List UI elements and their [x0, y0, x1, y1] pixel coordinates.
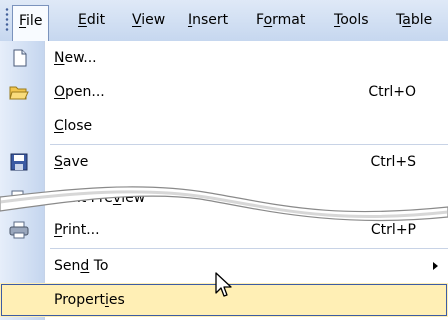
file-menu-dropdown: New... Open... Ctrl+O Close Save Ctrl+S … [0, 41, 448, 320]
menu-item-open-shortcut: Ctrl+O [368, 84, 416, 100]
menu-item-new[interactable]: New... [0, 41, 448, 75]
menu-bar: File Edit View Insert Format Tools Table [0, 0, 448, 42]
open-folder-icon [9, 86, 29, 100]
save-disk-icon [10, 153, 28, 171]
menu-format[interactable]: Format [250, 8, 311, 32]
menu-item-open[interactable]: Open... Ctrl+O [0, 75, 448, 109]
menu-file-label: ile [26, 13, 43, 29]
menu-format-label-pre: F [256, 12, 264, 28]
cut-break-overlay [0, 186, 448, 222]
menu-format-mnemonic: o [263, 12, 273, 28]
menu-view-label: iew [141, 12, 166, 28]
menu-item-close-label: Close [54, 118, 93, 134]
menu-table-label: ble [410, 12, 433, 28]
menu-tools-label: ools [340, 12, 369, 28]
menu-file[interactable]: File [12, 5, 50, 41]
menu-view-mnemonic: V [132, 12, 142, 28]
menu-item-new-label: New... [54, 50, 97, 66]
menu-item-properties-label: Properties [54, 292, 125, 308]
menu-item-open-label: Open... [54, 84, 105, 100]
menu-insert[interactable]: Insert [182, 8, 234, 32]
menu-edit[interactable]: Edit [72, 8, 111, 32]
menu-item-close[interactable]: Close [0, 109, 448, 143]
menu-item-send-to-label: Send To [54, 258, 109, 274]
toolbar-grip-handle[interactable] [5, 7, 9, 33]
mouse-cursor-icon [215, 272, 232, 297]
menu-edit-label: dit [86, 12, 106, 28]
menu-edit-mnemonic: E [78, 12, 87, 28]
menu-view[interactable]: View [126, 8, 171, 32]
menu-format-label: rmat [272, 12, 306, 28]
submenu-arrow-icon [433, 262, 438, 270]
new-document-icon [13, 49, 27, 67]
menu-tools[interactable]: Tools [328, 8, 375, 32]
menu-file-mnemonic: F [19, 13, 27, 29]
menu-table[interactable]: Table [390, 8, 438, 32]
menu-table-mnemonic: a [402, 12, 411, 28]
menu-insert-label: nsert [192, 12, 229, 28]
